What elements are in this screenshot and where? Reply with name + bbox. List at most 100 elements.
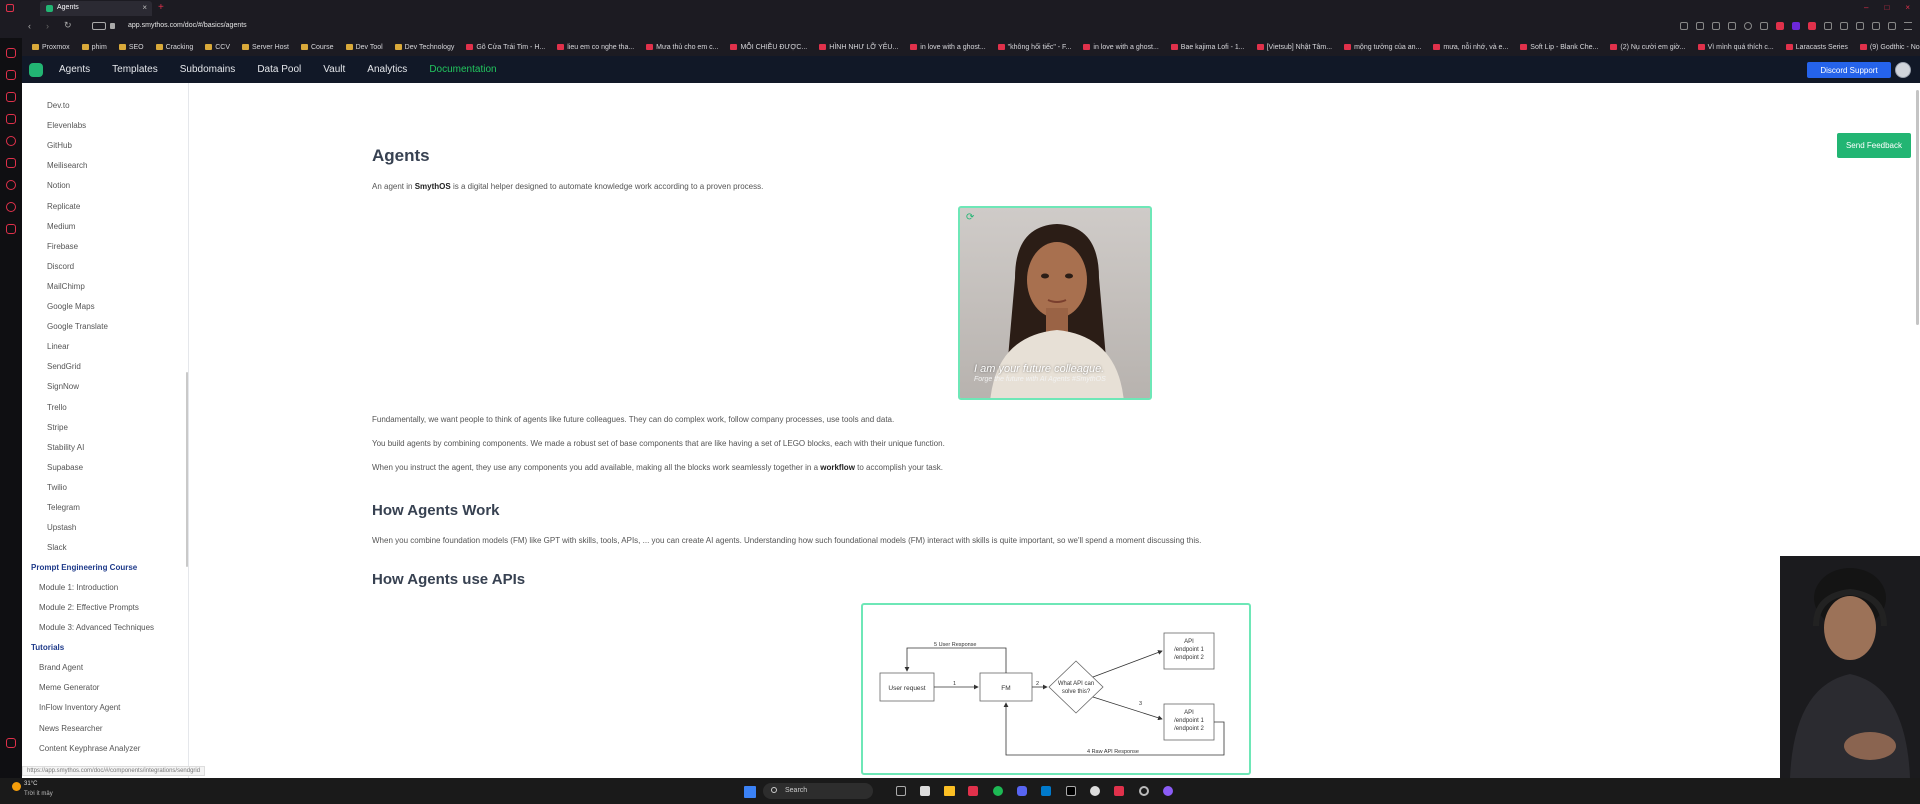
taskbar-app-icon[interactable] [920, 786, 930, 796]
bookmark-item[interactable]: in love with a ghost... [904, 44, 991, 51]
nav-analytics[interactable]: Analytics [367, 64, 407, 75]
side-panel-icon[interactable] [6, 202, 16, 212]
tab-close-icon[interactable]: × [142, 3, 147, 12]
sidebar-section-prompt-engineering[interactable]: Prompt Engineering Course [31, 563, 137, 572]
bookmark-item[interactable]: Soft Lip - Blank Che... [1514, 44, 1604, 51]
start-icon[interactable] [744, 786, 756, 798]
bookmark-item[interactable]: "không hối tiếc" - F... [992, 44, 1078, 51]
extension-icon[interactable] [1744, 22, 1752, 30]
extension-icon[interactable] [1856, 22, 1864, 30]
sidebar-item-upstash[interactable]: Upstash [47, 523, 76, 532]
sidebar-item-supabase[interactable]: Supabase [47, 463, 83, 472]
new-tab-icon[interactable]: + [158, 2, 164, 13]
send-feedback-button[interactable]: Send Feedback [1837, 133, 1911, 158]
reload-icon[interactable]: ↻ [64, 20, 72, 31]
terminal-icon[interactable] [1066, 786, 1076, 796]
brave-shield-icon[interactable] [1776, 22, 1784, 30]
extension-icon[interactable] [1824, 22, 1832, 30]
bookmark-item[interactable]: (9) Godthic - Nostal... [1854, 44, 1920, 51]
sidebar-item-news-researcher[interactable]: News Researcher [39, 724, 103, 733]
bookmark-item[interactable]: Course [295, 44, 340, 51]
sidebar-item-telegram[interactable]: Telegram [47, 503, 80, 512]
extension-icon[interactable] [1680, 22, 1688, 30]
sidebar-item-firebase[interactable]: Firebase [47, 242, 78, 251]
sidebar-item-twilio[interactable]: Twilio [47, 483, 67, 492]
forward-icon[interactable]: › [46, 21, 49, 31]
window-close-icon[interactable]: × [1905, 3, 1910, 12]
discord-app-icon[interactable] [1017, 786, 1027, 796]
sidebar-item-module-3[interactable]: Module 3: Advanced Techniques [39, 623, 154, 632]
sidebar-item-sendgrid[interactable]: SendGrid [47, 362, 81, 371]
sidebar-item-dev-to[interactable]: Dev.to [47, 101, 70, 110]
bookmark-item[interactable]: (2) Nụ cười em giờ... [1604, 44, 1691, 51]
spotify-icon[interactable] [993, 786, 1003, 796]
extension-icon[interactable] [1872, 22, 1880, 30]
extension-icon[interactable] [1808, 22, 1816, 30]
side-panel-icon[interactable] [6, 114, 16, 124]
bookmark-item[interactable]: phim [76, 44, 113, 51]
sidebar-item-discord[interactable]: Discord [47, 262, 74, 271]
page-scrollbar[interactable] [1916, 90, 1919, 325]
vscode-icon[interactable] [1041, 786, 1051, 796]
side-panel-icon[interactable] [6, 92, 16, 102]
github-icon[interactable] [1090, 786, 1100, 796]
sidebar-item-notion[interactable]: Notion [47, 181, 70, 190]
side-panel-icon[interactable] [6, 158, 16, 168]
extension-icon[interactable] [1840, 22, 1848, 30]
sidebar-item-slack[interactable]: Slack [47, 543, 67, 552]
bookmark-item[interactable]: Dev Technology [389, 44, 461, 51]
task-view-icon[interactable] [896, 786, 906, 796]
bookmark-item[interactable]: HÌNH NHƯ LỠ YÊU... [813, 44, 904, 51]
file-explorer-icon[interactable] [944, 786, 955, 796]
bookmark-item[interactable]: Dev Tool [340, 44, 389, 51]
sidebar-section-tutorials[interactable]: Tutorials [31, 643, 64, 652]
smythos-logo-icon[interactable] [29, 62, 43, 77]
bookmark-item[interactable]: CCV [199, 44, 236, 51]
discord-support-button[interactable]: Discord Support [1807, 62, 1891, 78]
sidebar-item-signnow[interactable]: SignNow [47, 382, 79, 391]
bookmark-item[interactable]: Cracking [150, 44, 200, 51]
sidebar-item-mailchimp[interactable]: MailChimp [47, 282, 85, 291]
side-panel-icon[interactable] [6, 180, 16, 190]
nav-templates[interactable]: Templates [112, 64, 158, 75]
weather-icon[interactable] [12, 782, 21, 791]
bookmark-item[interactable]: [Vietsub] Nhật Tâm... [1251, 44, 1339, 51]
sidebar-item-medium[interactable]: Medium [47, 222, 75, 231]
browser-tab-active[interactable]: Agents × [40, 1, 152, 16]
bookmark-item[interactable]: SEO [113, 44, 150, 51]
bookmark-item[interactable]: lieu em co nghe tha... [551, 44, 640, 51]
bookmark-item[interactable]: Server Host [236, 44, 295, 51]
extension-icon[interactable] [1696, 22, 1704, 30]
sidebar-item-google-maps[interactable]: Google Maps [47, 302, 95, 311]
sidebar-item-stripe[interactable]: Stripe [47, 423, 68, 432]
sidebar-item-google-translate[interactable]: Google Translate [47, 322, 108, 331]
settings-icon[interactable] [1139, 786, 1149, 796]
side-panel-icon[interactable] [6, 136, 16, 146]
sidebar-item-brand-agent[interactable]: Brand Agent [39, 663, 83, 672]
bookmark-item[interactable]: Mưa thủ cho em c... [640, 44, 724, 51]
brave-browser-icon[interactable] [968, 786, 978, 796]
sidebar-item-inflow-inventory-agent[interactable]: InFlow Inventory Agent [39, 703, 120, 712]
nav-data-pool[interactable]: Data Pool [257, 64, 301, 75]
taskbar-app-icon[interactable] [1114, 786, 1124, 796]
sidebar-item-elevenlabs[interactable]: Elevenlabs [47, 121, 86, 130]
window-maximize-icon[interactable]: □ [1884, 3, 1889, 12]
bookmark-item[interactable]: Bae kajima Lofi - 1... [1165, 44, 1251, 51]
browser-menu-icon[interactable] [6, 4, 14, 12]
window-minimize-icon[interactable]: – [1864, 3, 1868, 12]
sidebar-scrollbar[interactable] [186, 372, 188, 567]
extension-icon[interactable] [1760, 22, 1768, 30]
side-panel-icon[interactable] [6, 70, 16, 80]
extension-icon[interactable] [1728, 22, 1736, 30]
sidebar-item-stability-ai[interactable]: Stability AI [47, 443, 84, 452]
sidebar-item-meme-generator[interactable]: Meme Generator [39, 683, 99, 692]
nav-vault[interactable]: Vault [323, 64, 345, 75]
side-panel-icon[interactable] [6, 48, 16, 58]
sidebar-item-module-2[interactable]: Module 2: Effective Prompts [39, 603, 139, 612]
sidebar-item-github[interactable]: GitHub [47, 141, 72, 150]
bookmark-item[interactable]: Proxmox [26, 44, 76, 51]
sidebar-item-trello[interactable]: Trello [47, 403, 67, 412]
extension-icon[interactable] [1712, 22, 1720, 30]
taskbar-search[interactable]: Search [763, 783, 873, 799]
user-avatar[interactable] [1895, 62, 1911, 78]
